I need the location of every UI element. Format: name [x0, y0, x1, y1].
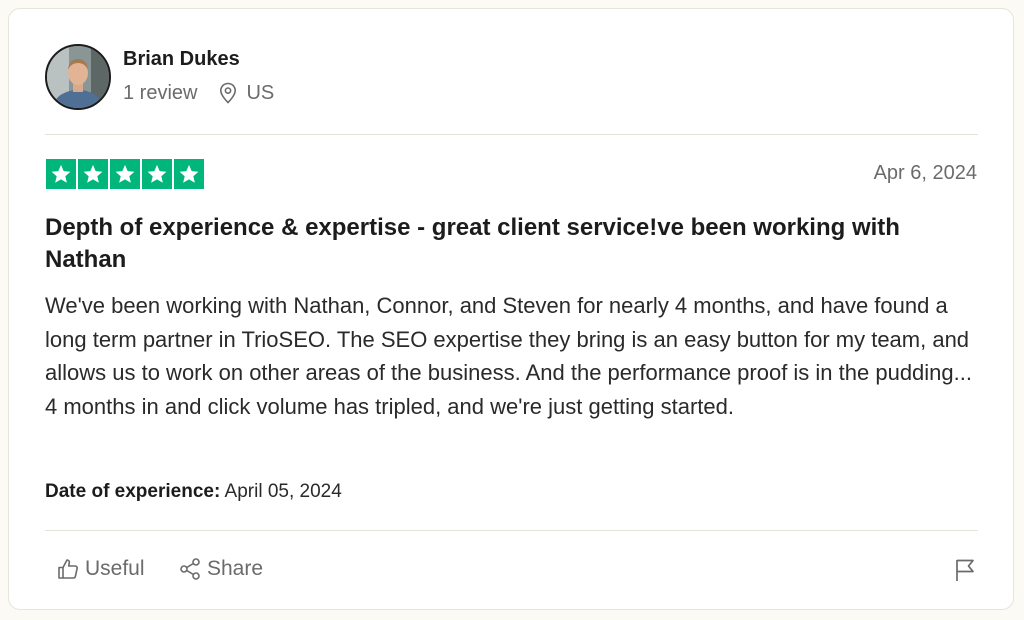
flag-icon — [953, 559, 977, 587]
star-icon — [78, 159, 108, 189]
reviewer-country: US — [246, 81, 275, 104]
footer-divider — [45, 530, 978, 531]
useful-label: Useful — [85, 557, 145, 580]
star-icon — [174, 159, 204, 189]
star-icon — [142, 159, 172, 189]
reviewer-name[interactable]: Brian Dukes — [123, 48, 240, 71]
star-icon — [110, 159, 140, 189]
star-rating — [46, 159, 204, 189]
review-body: We've been working with Nathan, Connor, … — [45, 293, 972, 419]
date-of-experience: Date of experience: April 05, 2024 — [45, 481, 342, 503]
review-date: Apr 6, 2024 — [873, 162, 977, 184]
review-card: Brian Dukes 1 review US Apr 6, 2024 Dept… — [8, 8, 1014, 610]
reviewer-meta: 1 review US — [123, 81, 274, 105]
review-count[interactable]: 1 review — [123, 82, 197, 105]
thumbs-up-icon — [56, 557, 80, 581]
share-button[interactable]: Share — [178, 557, 263, 581]
review-title[interactable]: Depth of experience & expertise - great … — [45, 212, 985, 276]
share-label: Share — [207, 557, 264, 580]
experience-label: Date of experience: — [45, 481, 221, 502]
report-button[interactable] — [953, 557, 977, 588]
location-pin-icon — [219, 82, 237, 104]
experience-date: April 05, 2024 — [224, 481, 342, 502]
avatar-image — [47, 46, 109, 108]
useful-button[interactable]: Useful — [56, 557, 145, 581]
star-icon — [46, 159, 76, 189]
header-divider — [45, 134, 978, 135]
share-icon — [178, 557, 202, 581]
reviewer-avatar[interactable] — [45, 44, 111, 110]
